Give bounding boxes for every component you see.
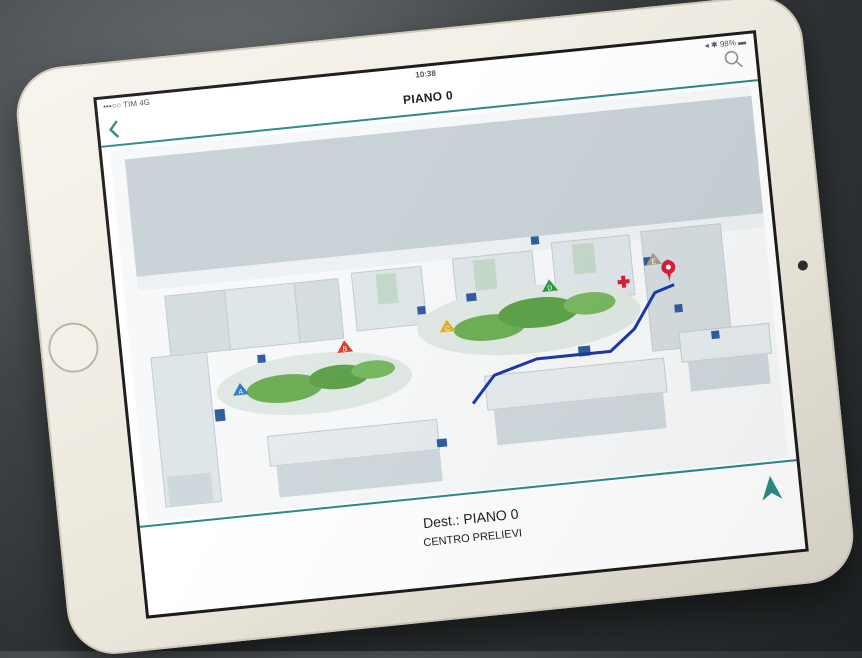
marker-e-label: E — [651, 258, 657, 265]
marker-c-label: C — [445, 326, 451, 333]
floor-map-canvas: A B C D E — [124, 95, 773, 508]
room-west-lower — [166, 472, 214, 507]
home-button[interactable] — [46, 320, 101, 376]
tablet-device: •••○○ TIM 4G 10:38 ◂ ✱ 98% ▬ PIANO 0 A B… — [12, 0, 858, 658]
floor-map[interactable]: A B C D E — [109, 85, 789, 524]
garden-west — [216, 352, 412, 415]
app-screen: •••○○ TIM 4G 10:38 ◂ ✱ 98% ▬ PIANO 0 A B… — [93, 30, 809, 619]
marker-a-label: A — [238, 389, 244, 396]
marker-b: B — [337, 340, 354, 353]
front-camera — [797, 260, 809, 271]
marker-b-label: B — [342, 346, 348, 353]
marker-d-label: D — [547, 285, 553, 292]
navigation-arrow-icon[interactable] — [758, 473, 785, 503]
